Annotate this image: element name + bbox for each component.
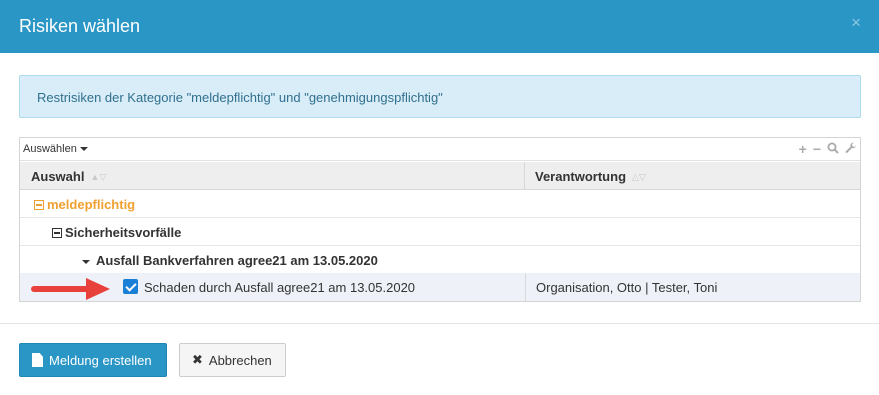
tree-row[interactable]: Sicherheitsvorfälle: [20, 218, 860, 246]
responsible-cell: Organisation, Otto | Tester, Toni: [536, 280, 718, 295]
caret-down-icon: [79, 147, 88, 152]
plus-icon[interactable]: +: [799, 142, 807, 156]
annotation-arrow-icon: [31, 278, 110, 300]
file-icon: [32, 353, 43, 367]
tree-row-label: meldepflichtig: [47, 197, 136, 212]
dialog-title: Risiken wählen: [19, 16, 141, 36]
minus-icon[interactable]: −: [813, 142, 821, 156]
select-dropdown-label: Auswählen: [23, 143, 77, 155]
row-checkbox[interactable]: [123, 279, 138, 294]
tree-row-label: Ausfall Bankverfahren agree21 am 13.05.2…: [96, 253, 378, 268]
select-dropdown[interactable]: Auswählen: [23, 143, 88, 155]
sort-icon[interactable]: △▽: [632, 172, 646, 183]
create-report-button[interactable]: Meldung erstellen: [19, 343, 167, 377]
tree-row-selected[interactable]: Schaden durch Ausfall agree21 am 13.05.2…: [20, 273, 860, 301]
info-alert: Restrisiken der Kategorie "meldepflichti…: [19, 75, 861, 118]
tree-row[interactable]: meldepflichtig: [20, 190, 860, 218]
column-divider: [525, 273, 526, 301]
close-icon: ✖: [192, 352, 203, 367]
cancel-button[interactable]: ✖ Abbrechen: [179, 343, 286, 377]
tree-row[interactable]: Ausfall Bankverfahren agree21 am 13.05.2…: [20, 246, 860, 274]
risk-tree-grid: Auswählen + − Auswahl ▲▽ Verantwortung △▽: [19, 137, 861, 302]
column-header-auswahl[interactable]: Auswahl ▲▽: [20, 162, 525, 190]
footer-divider: [0, 323, 879, 324]
column-header-verantwortung[interactable]: Verantwortung △▽: [525, 162, 860, 190]
collapse-icon[interactable]: [34, 200, 44, 210]
dialog-header: Risiken wählen ×: [0, 0, 879, 53]
search-icon[interactable]: [827, 142, 839, 156]
toolbar-icons: + −: [799, 141, 857, 157]
grid-column-header: Auswahl ▲▽ Verantwortung △▽: [20, 162, 860, 190]
sort-icon[interactable]: ▲▽: [90, 172, 106, 183]
wrench-icon[interactable]: [845, 142, 857, 156]
expand-caret-icon[interactable]: [82, 259, 90, 264]
grid-toolbar: Auswählen + −: [20, 138, 860, 161]
tree-row-label: Sicherheitsvorfälle: [65, 225, 182, 240]
collapse-icon[interactable]: [52, 228, 62, 238]
tree-row-label: Schaden durch Ausfall agree21 am 13.05.2…: [144, 280, 416, 295]
risk-select-dialog: Risiken wählen × Restrisiken der Kategor…: [0, 0, 879, 395]
close-icon[interactable]: ×: [851, 14, 861, 31]
